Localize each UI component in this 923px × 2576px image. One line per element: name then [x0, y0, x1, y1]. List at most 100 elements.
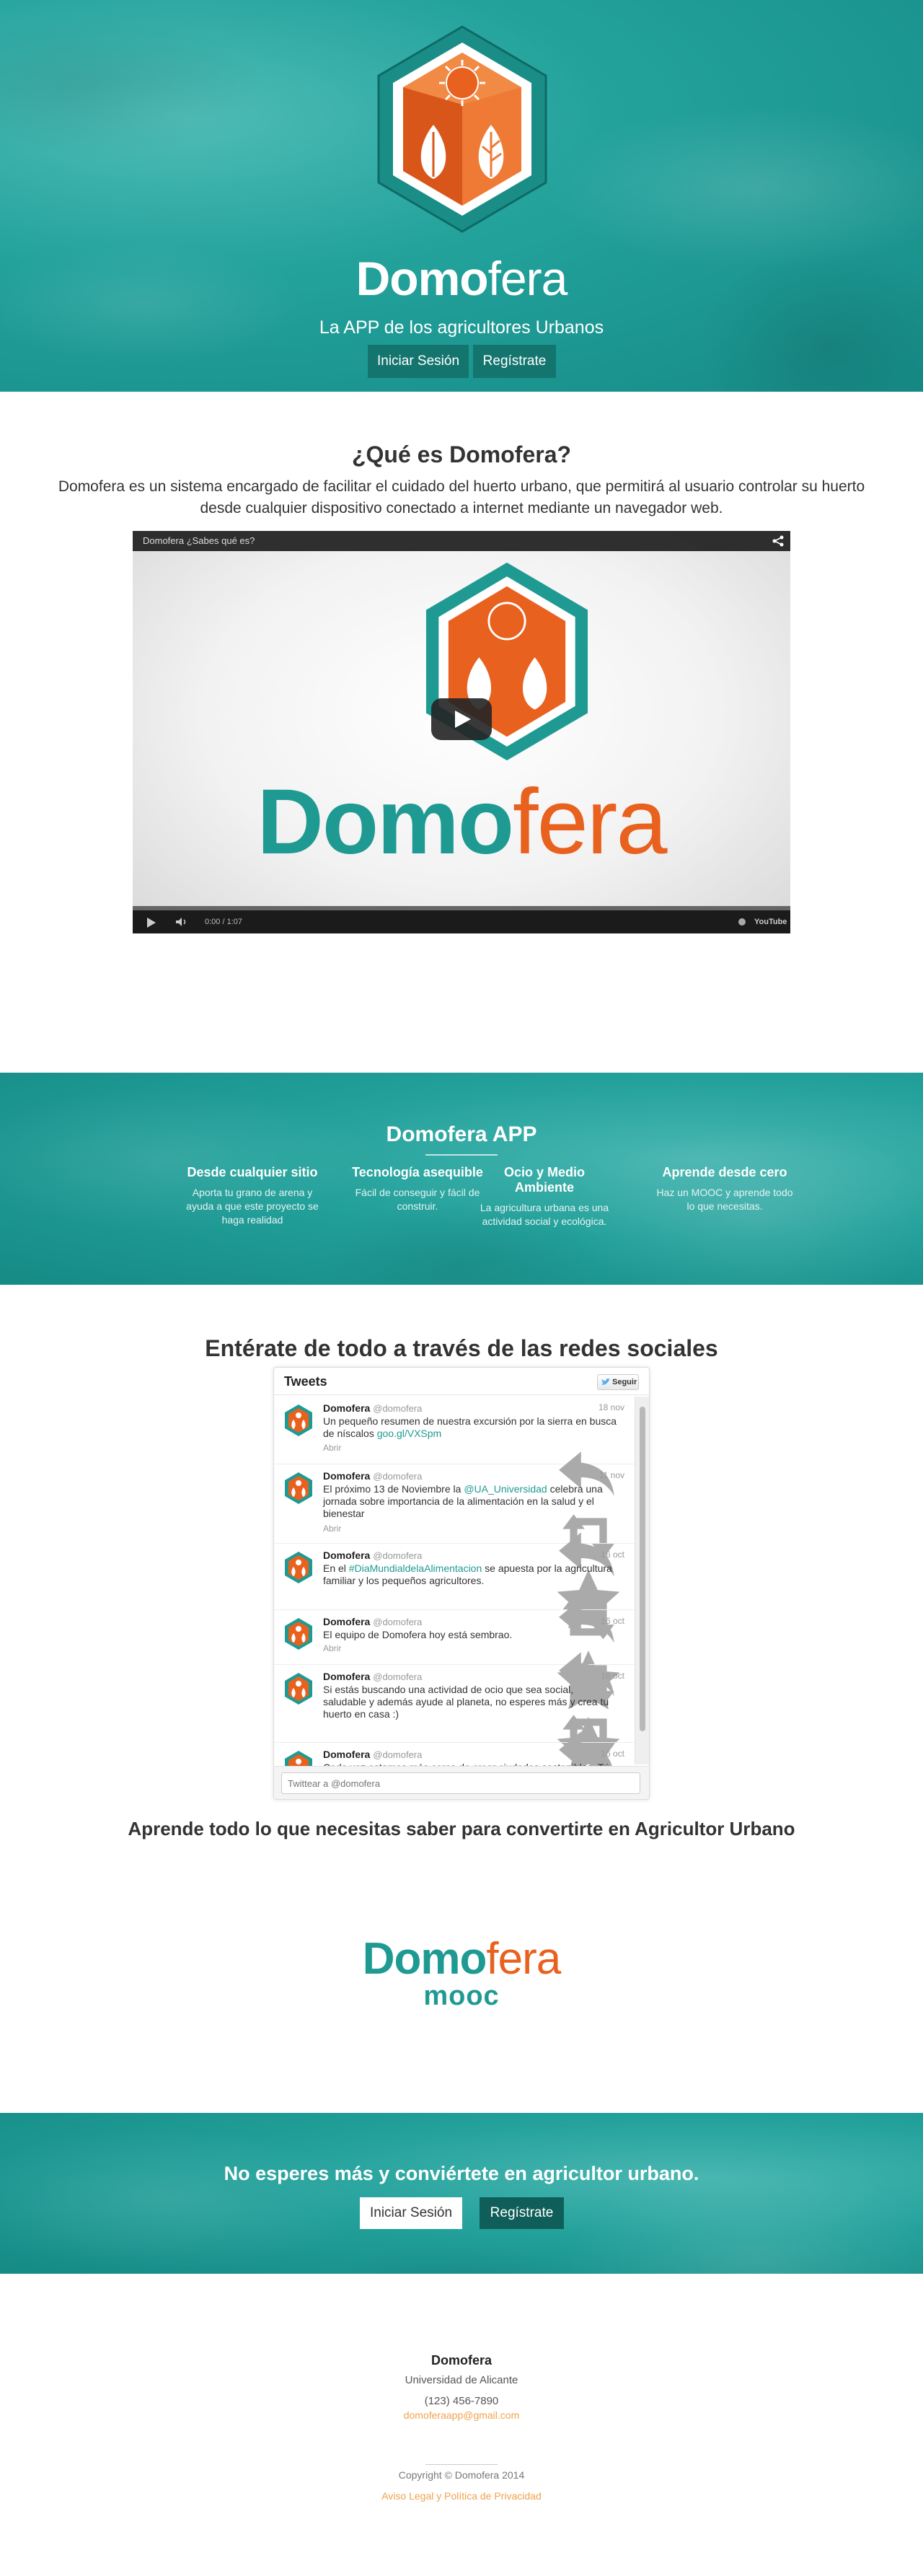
avatar-logo-icon[interactable] [284, 1404, 313, 1437]
tweet-open-link[interactable]: Abrir [323, 1524, 341, 1534]
video-player[interactable]: Domofera ¿Sabes qué es? Domofera 0:00 / … [133, 531, 790, 933]
feature-learn: Aprende desde cero Haz un MOOC y aprende… [656, 1165, 793, 1213]
avatar-logo-icon[interactable] [284, 1672, 313, 1705]
volume-icon[interactable] [176, 918, 187, 926]
footer-email-link[interactable]: domoferaapp@gmail.com [0, 2409, 923, 2421]
feature-anywhere: Desde cualquier sitio Aporta tu grano de… [184, 1165, 321, 1227]
tweet-link[interactable]: #DiaMundialdelaAlimentacion [349, 1562, 482, 1574]
tweet-author[interactable]: Domofera @domofera [323, 1402, 422, 1414]
tweet-actions [555, 1591, 622, 1776]
tweet-text: El equipo de Domofera hoy está sembrao. [323, 1629, 513, 1640]
tweet-actions [555, 1444, 622, 1629]
tweet-author[interactable]: Domofera @domofera [323, 1549, 422, 1561]
tweet-compose-area [274, 1766, 649, 1799]
tweet-date[interactable]: 16 oct [601, 1616, 624, 1626]
footer-legal-link[interactable]: Aviso Legal y Política de Privacidad [0, 2490, 923, 2502]
feature-text: Haz un MOOC y aprende todo lo que necesi… [656, 1187, 793, 1212]
control-play-icon[interactable] [147, 918, 156, 928]
avatar-logo-icon[interactable] [284, 1617, 313, 1650]
tweet-author[interactable]: Domofera @domofera [323, 1749, 422, 1760]
tweet-link[interactable]: @UA_Universidad [464, 1483, 547, 1495]
tweet-date[interactable]: 11 nov [599, 1470, 624, 1480]
tweet-open-link[interactable]: Abrir [323, 1443, 341, 1453]
play-icon[interactable] [431, 698, 492, 740]
tweet-item[interactable]: Domofera @domofera 18 nov Un pequeño res… [274, 1397, 635, 1629]
brand-fera: fera [487, 252, 568, 305]
tweet-link[interactable]: goo.gl/VXSpm [377, 1428, 442, 1439]
tweet-text-body: En el [323, 1562, 349, 1574]
hero-login-button[interactable]: Iniciar Sesión [368, 345, 469, 378]
tweet-handle[interactable]: @domofera [373, 1550, 422, 1561]
footer-phone: (123) 456-7890 [424, 2395, 499, 2407]
tweet-actions [555, 1525, 622, 1710]
tweet-text: El próximo 13 de Noviembre la @UA_Univer… [323, 1483, 619, 1520]
app-title: Domofera APP [386, 1122, 537, 1146]
tweet-date[interactable]: 16 oct [601, 1671, 624, 1681]
hero-register-button[interactable]: Regístrate [473, 345, 556, 378]
tweet-date[interactable]: 18 nov [599, 1402, 624, 1412]
tweet-author[interactable]: Domofera @domofera [323, 1616, 422, 1627]
video-brand-wordmark: Domofera [133, 769, 790, 875]
tweet-author-name[interactable]: Domofera [323, 1470, 370, 1482]
tweet-open-link[interactable]: Abrir [323, 1643, 341, 1653]
footer-divider [425, 2464, 498, 2465]
video-controls: 0:00 / 1:07 YouTube [133, 910, 790, 933]
tweet-author-name[interactable]: Domofera [323, 1616, 370, 1627]
mooc-label[interactable]: mooc [0, 1981, 923, 2012]
tweet-handle[interactable]: @domofera [373, 1671, 422, 1682]
footer-university: Universidad de Alicante [405, 2374, 518, 2386]
tweet-author-name[interactable]: Domofera [323, 1402, 370, 1414]
tweet-item[interactable]: Domofera @domofera 11 nov El próximo 13 … [274, 1464, 635, 1710]
tweet-text: Un pequeño resumen de nuestra excursión … [323, 1415, 619, 1440]
tweet-item[interactable]: Domofera @domofera 16 oct Si estás busca… [274, 1665, 635, 1799]
tweet-handle[interactable]: @domofera [373, 1471, 422, 1482]
tweet-item[interactable]: Domofera @domofera 16 oct En el #DiaMund… [274, 1544, 635, 1776]
scrollbar-thumb[interactable] [640, 1407, 645, 1731]
info-icon[interactable] [738, 918, 746, 926]
tweet-author[interactable]: Domofera @domofera [323, 1470, 422, 1482]
youtube-logo[interactable]: YouTube [754, 916, 787, 928]
tweet-handle[interactable]: @domofera [373, 1617, 422, 1627]
tweet-author-name[interactable]: Domofera [323, 1549, 370, 1561]
tweet-date[interactable]: 16 oct [601, 1749, 624, 1759]
avatar-logo-icon[interactable] [284, 1551, 313, 1584]
share-icon[interactable] [772, 535, 785, 548]
tweet-author[interactable]: Domofera @domofera [323, 1671, 422, 1682]
tweet-compose-input[interactable] [281, 1772, 640, 1794]
feature-title: Tecnología asequible [352, 1165, 483, 1179]
feature-text: Aporta tu grano de arena y ayuda a que e… [186, 1187, 319, 1226]
footer-name: Domofera [430, 2353, 492, 2368]
hero-tagline: La APP de los agricultores Urbanos [319, 317, 604, 338]
footer-copyright: Copyright © Domofera 2014 [398, 2469, 525, 2481]
cta-title: No esperes más y conviértete en agricult… [224, 2163, 699, 2184]
video-titlebar: Domofera ¿Sabes qué es? [133, 531, 790, 551]
tweet-date[interactable]: 16 oct [601, 1549, 624, 1560]
cta-register-button[interactable]: Regístrate [480, 2197, 564, 2229]
follow-button[interactable]: Seguir [597, 1374, 639, 1390]
tweet-handle[interactable]: @domofera [373, 1403, 422, 1414]
tweet-author-name[interactable]: Domofera [323, 1749, 370, 1760]
avatar-logo-icon[interactable] [284, 1472, 313, 1505]
feature-text: La agricultura urbana es una actividad s… [480, 1202, 609, 1227]
brand-domo: Domo [355, 252, 489, 305]
tweet-item[interactable]: Domofera @domofera 16 oct El equipo de D… [274, 1610, 635, 1799]
mooc-brand-wordmark[interactable]: Domofera [0, 1933, 923, 1984]
hero-brand-wordmark: Domofera [0, 251, 923, 306]
twitter-widget-title[interactable]: Tweets [284, 1374, 327, 1389]
twitter-widget-header: Tweets Seguir [274, 1368, 649, 1395]
cta-login-button[interactable]: Iniciar Sesión [360, 2197, 462, 2229]
follow-label: Seguir [612, 1378, 637, 1386]
mooc-brand-domo: Domo [362, 1934, 487, 1984]
tweet-text: Si estás buscando una actividad de ocio … [323, 1684, 609, 1720]
tweet-handle[interactable]: @domofera [373, 1749, 422, 1760]
feature-affordable: Tecnología asequible Fácil de conseguir … [349, 1165, 486, 1213]
feature-leisure: Ocio y Medio Ambiente La agricultura urb… [476, 1165, 613, 1228]
video-title[interactable]: Domofera ¿Sabes qué es? [143, 535, 255, 546]
tweet-author-name[interactable]: Domofera [323, 1671, 370, 1682]
twitter-scrollbar[interactable] [635, 1397, 649, 1764]
mooc-brand-fera: fera [486, 1934, 561, 1984]
twitter-widget: Tweets Seguir Domofera @domofera 18 nov … [273, 1367, 650, 1800]
tweet-actions [555, 1724, 622, 1799]
feature-title: Ocio y Medio Ambiente [503, 1165, 586, 1195]
tweet-text-body: Un pequeño resumen de nuestra excursión … [323, 1415, 617, 1439]
